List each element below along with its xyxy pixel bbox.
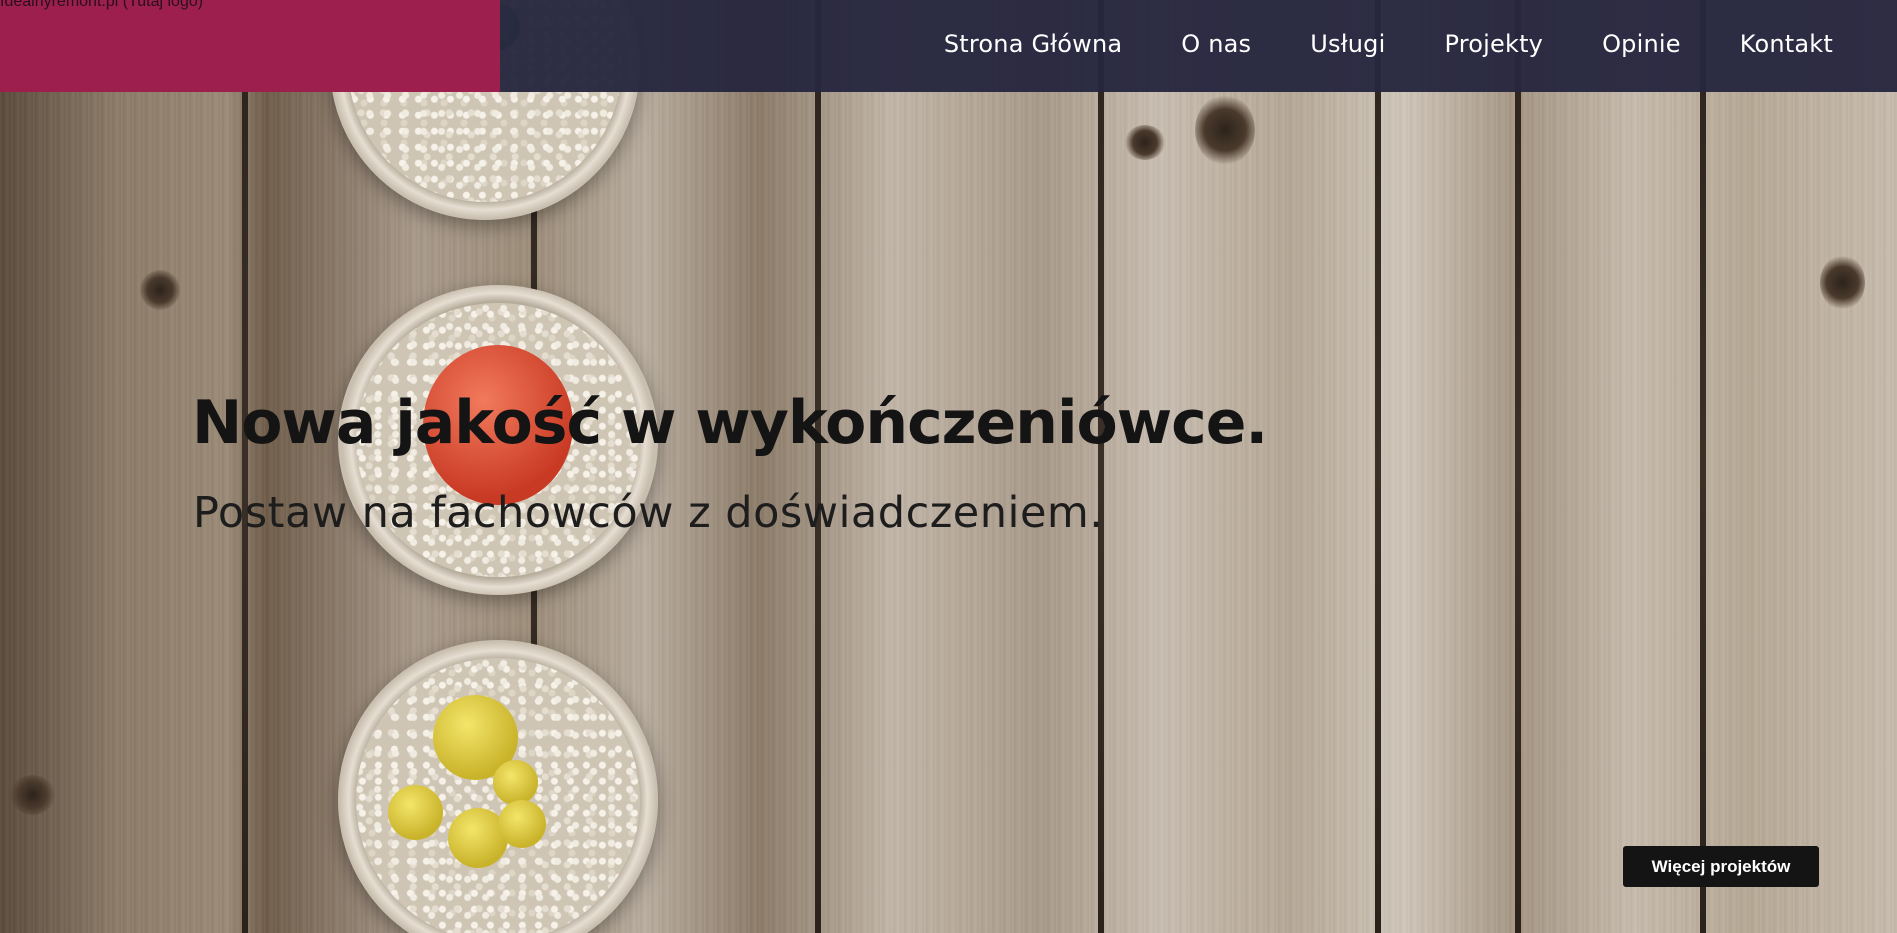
hero-subheadline: Postaw na fachowców z doświadczeniem.: [193, 488, 1104, 538]
wood-knot: [1195, 95, 1255, 165]
wood-knot: [1125, 125, 1165, 160]
nav-link-projects[interactable]: Projekty: [1444, 30, 1543, 58]
wood-knot: [10, 775, 55, 815]
main-nav: Strona Główna O nas Usługi Projekty Opin…: [944, 0, 1833, 88]
cactus-pot-yellow: [338, 640, 658, 933]
nav-link-home[interactable]: Strona Główna: [944, 30, 1122, 58]
plank-gap: [1098, 0, 1104, 933]
navbar: Idealnyremont.pl (Tutaj logo) Strona Głó…: [0, 0, 1897, 92]
hero-headline: Nowa jakość w wykończeniówce.: [192, 388, 1268, 458]
more-projects-button[interactable]: Więcej projektów: [1623, 846, 1819, 887]
plank-gap: [1515, 0, 1521, 933]
plank-gap: [242, 0, 248, 933]
plank-gap: [815, 0, 821, 933]
wood-knot: [140, 270, 180, 310]
wood-knot: [1820, 255, 1865, 310]
plank-gap: [1375, 0, 1381, 933]
nav-link-services[interactable]: Usługi: [1310, 30, 1385, 58]
logo[interactable]: Idealnyremont.pl (Tutaj logo): [0, 0, 500, 92]
hero-background-image: [0, 0, 1897, 933]
nav-link-reviews[interactable]: Opinie: [1602, 30, 1681, 58]
plank-gap: [1700, 0, 1706, 933]
nav-link-contact[interactable]: Kontakt: [1740, 30, 1833, 58]
nav-link-about[interactable]: O nas: [1181, 30, 1251, 58]
logo-placeholder-text: Idealnyremont.pl (Tutaj logo): [0, 0, 204, 10]
